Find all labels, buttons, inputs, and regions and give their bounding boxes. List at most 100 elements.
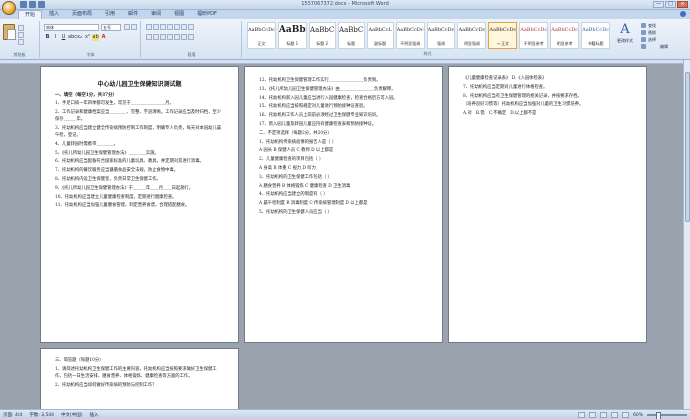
cut-icon[interactable] [18, 25, 24, 31]
document-paragraph[interactable]: 7、托幼机构的餐饮服务应当遵循食品安全法规，防止食物中毒。 [55, 167, 224, 174]
tab-foxit-pdf[interactable]: 福昕PDF [191, 10, 223, 19]
sort-icon[interactable] [181, 24, 187, 30]
document-paragraph[interactable]: 三、简答题（每题10分） [55, 357, 224, 364]
document-paragraph[interactable]: 1、请简述托幼机构卫生保健工作的主要内容，托幼机构应当按照要求做好卫生保健工作，… [55, 366, 224, 380]
tab-home[interactable]: 开始 [18, 10, 43, 19]
document-paragraph[interactable]: 2、儿童健康检查的项目包括（ ） [259, 156, 428, 163]
style-tile[interactable]: AaBbCcL 副标题 [366, 22, 394, 49]
style-tile[interactable]: AaBbCcDc 强调 [426, 22, 456, 49]
document-paragraph[interactable]: 2、工作记录和健康档案应当＿＿＿＿、完整、字迹清晰。工作记录应当及时归档，至少保… [55, 109, 224, 123]
page-count[interactable]: 页面: 4/4 [3, 412, 22, 418]
document-paragraph[interactable]: A.对 B.错 C.不确定 D.以上都不是 [463, 110, 632, 117]
find-button[interactable]: 查找 [640, 22, 688, 29]
document-paragraph[interactable]: 8、托幼机构内设卫生保健室，负责日常卫生保健工作。 [55, 176, 224, 183]
borders-icon[interactable] [188, 34, 194, 40]
outline-view-icon[interactable] [610, 412, 618, 418]
document-paragraph[interactable]: 11、托幼机构应当加强儿童膳食管理，制定营养食谱，合理搭配膳食。 [55, 202, 224, 209]
font-size-select[interactable]: 五号 [101, 24, 121, 31]
show-marks-icon[interactable] [188, 24, 194, 30]
document-paragraph[interactable]: A 园长 B 保健人员 C 教师 D 以上都是 [259, 147, 428, 154]
strikethrough-icon[interactable]: abc [68, 34, 77, 41]
document-paragraph[interactable]: （培养良好习惯等）托幼机构应当加强对儿童的卫生习惯培养。 [463, 101, 632, 108]
decrease-indent-icon[interactable] [167, 24, 173, 30]
shrink-font-icon[interactable] [131, 24, 137, 30]
document-paragraph[interactable]: 2、托幼机构应当如何做好传染病的预防与控制工作？ [55, 382, 224, 389]
bullets-icon[interactable] [146, 24, 152, 30]
maximize-button[interactable]: □ [665, 1, 676, 8]
highlight-icon[interactable]: ab [92, 34, 99, 41]
font-color-icon[interactable]: A [100, 34, 107, 41]
grow-font-icon[interactable] [124, 24, 130, 30]
tab-mailings[interactable]: 邮件 [122, 10, 144, 19]
style-tile[interactable]: AaBbCcDc 不明显参考 [519, 22, 549, 49]
word-count[interactable]: 字数: 3,544 [29, 412, 54, 418]
document-paragraph[interactable]: 6、托幼机构应当配备符合国家标准的儿童玩具、教具，并定期对其进行消毒。 [55, 158, 224, 165]
document-paragraph[interactable]: 15、托幼机构应当按照规定对儿童进行预防接种证查验。 [259, 103, 428, 110]
subscript-icon[interactable]: x₂ [76, 34, 83, 41]
minimize-button[interactable]: — [653, 1, 664, 8]
help-icon[interactable] [680, 11, 686, 17]
document-paragraph[interactable]: 12、托幼机构卫生保健管理工作实行＿＿＿＿＿＿＿＿负责制。 [259, 77, 428, 84]
document-paragraph[interactable]: 14、托幼机构新入园儿童应当进行入园健康检查，检查合格后方可入园。 [259, 95, 428, 102]
document-paragraph[interactable]: 5、《托儿所幼儿园卫生保健管理办法》＿＿＿＿实施。 [55, 150, 224, 157]
superscript-icon[interactable]: x² [84, 34, 91, 41]
justify-icon[interactable] [167, 34, 173, 40]
document-paragraph[interactable]: 3、托幼机构的卫生保健工作包括（ ） [259, 174, 428, 181]
insert-mode[interactable]: 插入 [90, 412, 99, 418]
paste-icon[interactable] [3, 24, 16, 40]
document-paragraph[interactable]: 16、托幼机构工作人员上岗前必须经过卫生保健专业知识培训。 [259, 112, 428, 119]
document-paragraph[interactable]: 10、托幼机构应当建立儿童健康检查制度，定期进行健康检查。 [55, 194, 224, 201]
tab-insert[interactable]: 插入 [43, 10, 65, 19]
align-right-icon[interactable] [160, 34, 166, 40]
document-paragraph[interactable]: 8、托幼机构应当有卫生保健管理的相关记录，并按要求存档。 [463, 93, 632, 100]
document-paragraph[interactable]: A 膳食营养 B 体格锻炼 C 健康检查 D 卫生消毒 [259, 183, 428, 190]
tab-view[interactable]: 视图 [168, 10, 190, 19]
multilevel-list-icon[interactable] [160, 24, 166, 30]
change-styles-button[interactable]: A 更改样式 [614, 22, 636, 50]
style-tile[interactable]: AaBb 标题 1 [277, 22, 307, 49]
increase-indent-icon[interactable] [174, 24, 180, 30]
document-paragraph[interactable]: A 身高 B 体重 C 视力 D 听力 [259, 165, 428, 172]
scroll-thumb[interactable] [685, 72, 690, 222]
document-paragraph[interactable]: 《儿童健康检查记录表》 D.《入园体检表》 [463, 75, 632, 82]
document-paragraph[interactable]: 二、不定项选择（每题2分，共20分） [259, 130, 428, 137]
style-tile[interactable]: AaBbCcDc 正文 [247, 22, 276, 49]
tab-review[interactable]: 审阅 [145, 10, 167, 19]
copy-icon[interactable] [18, 32, 24, 38]
draft-view-icon[interactable] [621, 412, 629, 418]
document-paragraph[interactable]: A 晨午检制度 B 消毒制度 C 传染病管理制度 D 以上都是 [259, 200, 428, 207]
tab-references[interactable]: 引用 [99, 10, 121, 19]
document-paragraph[interactable]: 4、儿童转园时需携带＿＿＿＿。 [55, 141, 224, 148]
style-tile[interactable]: AaBbCcDc 不明显强调 [395, 22, 425, 49]
italic-icon[interactable]: I [52, 34, 59, 41]
tab-page-layout[interactable]: 页面布局 [66, 10, 98, 19]
select-button[interactable]: 选择 [640, 36, 688, 43]
style-tile[interactable]: AaBbC 标题 2 [308, 22, 336, 49]
document-paragraph[interactable]: 5、托幼机构的卫生保健人员应当（ ） [259, 209, 428, 216]
document-paragraph[interactable]: 9、《托儿所幼儿园卫生保健管理办法》于＿＿＿年＿＿月＿＿日起施行。 [55, 185, 224, 192]
language[interactable]: 中文(中国) [61, 412, 83, 418]
document-paragraph[interactable]: 17、新入园儿童及转园儿童应持有健康检查表和预防接种证。 [259, 121, 428, 128]
full-screen-view-icon[interactable] [588, 412, 596, 418]
format-painter-icon[interactable] [18, 39, 24, 45]
document-paragraph[interactable]: 3、托幼机构应当建立健全传染病预防控制工作制度，明确专人负责，每天对本园幼儿晨午… [55, 125, 224, 139]
underline-icon[interactable]: U [60, 34, 67, 41]
zoom-slider[interactable] [647, 412, 687, 419]
style-tile[interactable]: AaBbCcDc 明显强调 [457, 22, 487, 49]
line-spacing-icon[interactable] [174, 34, 180, 40]
bold-icon[interactable]: B [44, 34, 51, 41]
style-tile[interactable]: AaBbCcDc 书籍标题 [581, 22, 611, 49]
vertical-scrollbar[interactable] [683, 60, 690, 409]
style-tile[interactable]: AaBbC 标题 [337, 22, 365, 49]
style-tile[interactable]: AaBbCcDc → 正文 [488, 22, 518, 49]
close-button[interactable]: × [677, 1, 688, 8]
style-tile[interactable]: AaBbCcDc 明显参考 [550, 22, 580, 49]
shading-icon[interactable] [181, 34, 187, 40]
document-paragraph[interactable]: 4、托幼机构应当建立的制度有（ ） [259, 191, 428, 198]
replace-button[interactable]: 替换 [640, 29, 688, 36]
font-name-select[interactable]: 宋体 [44, 24, 99, 31]
align-center-icon[interactable] [153, 34, 159, 40]
document-paragraph[interactable]: 7、托幼机构应当定期对儿童进行体格检查。 [463, 84, 632, 91]
print-layout-view-icon[interactable] [577, 412, 585, 418]
document-paragraph[interactable]: 13、《托儿所幼儿园卫生保健管理办法》由＿＿＿＿＿＿＿＿负责解释。 [259, 86, 428, 93]
